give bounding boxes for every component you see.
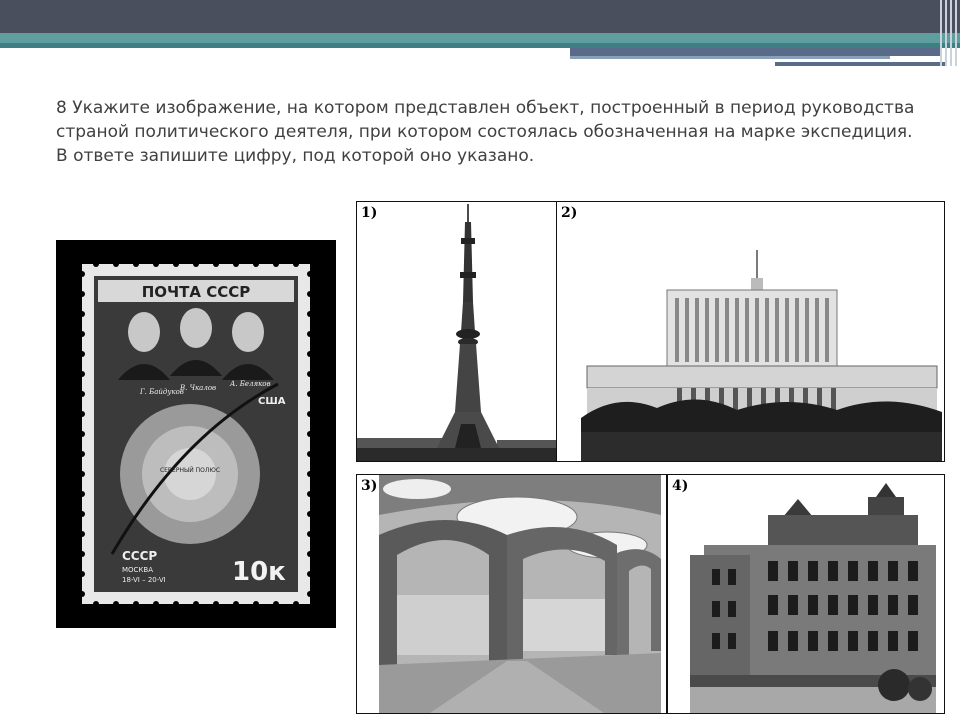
stamp-bottom-country: СССР (122, 549, 157, 563)
header-vertical-stripes (938, 0, 960, 66)
image-option-4[interactable]: 4) (667, 474, 945, 714)
stamp-pole-label: СЕВЕРНЫЙ ПОЛЮС (160, 467, 220, 474)
image-option-1[interactable]: 1) (356, 201, 557, 462)
stamp-dates: 18-VI – 20-VI (122, 576, 166, 584)
question-number: 8 (56, 98, 67, 118)
header-band-light (570, 56, 890, 59)
stamp-signature-1: Г. Байдуков (139, 388, 184, 396)
stamp-image: ПОЧТА СССР Г. Байдуков В. Чкалов А. Беля… (82, 264, 310, 604)
question-body: Укажите изображение, на котором представ… (56, 98, 915, 166)
stamp-frame: ПОЧТА СССР Г. Байдуков В. Чкалов А. Беля… (56, 240, 336, 628)
option-3-label: 3) (361, 478, 378, 494)
option-1-label: 1) (361, 205, 378, 221)
header-band-accent (775, 62, 945, 66)
image-option-2[interactable]: 2) (556, 201, 945, 462)
stamp-signature-2: В. Чкалов (179, 384, 216, 392)
stamp-header: ПОЧТА СССР (142, 283, 251, 301)
stamp-country-label: США (258, 396, 286, 407)
header-band-blue (570, 48, 940, 56)
question-text: 8 Укажите изображение, на котором предст… (56, 96, 926, 168)
tv-tower-icon (357, 204, 556, 461)
stamp-city: МОСКВА (122, 566, 153, 574)
white-house-icon (557, 202, 944, 461)
metro-station-icon (379, 475, 661, 713)
option-2-label: 2) (561, 205, 578, 221)
stamp-signature-3: А. Беляков (229, 380, 271, 388)
historic-building-icon (668, 475, 944, 713)
header-band-teal (0, 33, 960, 43)
image-option-3[interactable]: 3) (356, 474, 667, 714)
stamp-value: 10к (232, 557, 286, 587)
header-bar (0, 0, 960, 33)
option-4-label: 4) (672, 478, 689, 494)
